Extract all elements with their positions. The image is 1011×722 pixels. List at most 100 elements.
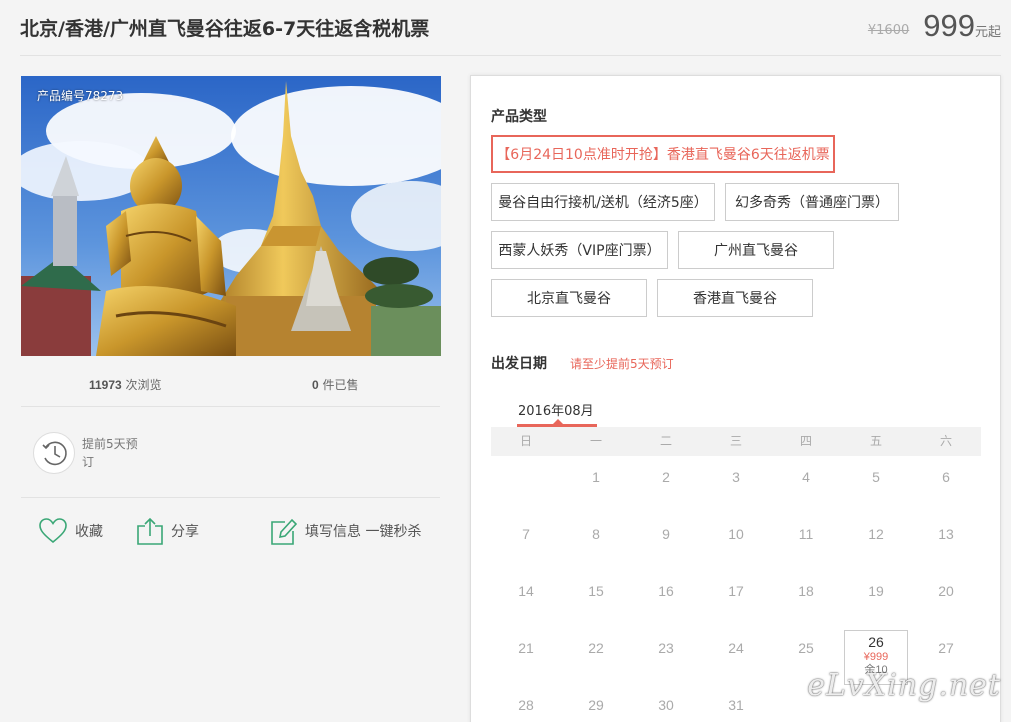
calendar-day: 9 bbox=[634, 516, 698, 571]
favorite-button[interactable]: 收藏 bbox=[39, 516, 103, 546]
calendar-day-number: 8 bbox=[592, 526, 600, 542]
advance-notice: 提前5天预订 bbox=[82, 437, 138, 469]
product-option[interactable]: 西蒙人妖秀（VIP座门票） bbox=[491, 231, 668, 269]
calendar-day: 21 bbox=[494, 630, 558, 685]
calendar-day-number: 14 bbox=[518, 583, 534, 599]
weekday-label: 四 bbox=[799, 434, 812, 448]
calendar-day-number: 5 bbox=[872, 469, 880, 485]
calendar-day-number: 29 bbox=[588, 697, 604, 713]
product-option[interactable]: 【6月24日10点准时开抢】香港直飞曼谷6天往返机票 bbox=[491, 135, 835, 173]
calendar-day: 5 bbox=[844, 459, 908, 514]
calendar-day-number: 7 bbox=[522, 526, 530, 542]
product-option-label: 北京直飞曼谷 bbox=[527, 291, 611, 307]
page-header: 北京/香港/广州直飞曼谷往返6-7天往返含税机票 ¥1600 999元起 bbox=[20, 0, 1001, 56]
calendar-day: 8 bbox=[564, 516, 628, 571]
edit-icon bbox=[271, 517, 297, 545]
price-box: ¥1600 999元起 bbox=[868, 8, 1001, 44]
product-option[interactable]: 曼谷自由行接机/送机（经济5座） bbox=[491, 183, 715, 221]
product-option[interactable]: 北京直飞曼谷 bbox=[491, 279, 647, 317]
calendar-day: 13 bbox=[914, 516, 978, 571]
site-watermark: eLvXing.net bbox=[807, 668, 1001, 703]
calendar-day-number: 1 bbox=[592, 469, 600, 485]
views-label: 次浏览 bbox=[125, 378, 162, 392]
calendar-day: 11 bbox=[774, 516, 838, 571]
calendar-day-number: 18 bbox=[798, 583, 814, 599]
calendar-day-number: 26 bbox=[868, 634, 884, 650]
product-option-label: 广州直飞曼谷 bbox=[714, 243, 798, 259]
share-icon bbox=[137, 517, 163, 545]
calendar-day-number: 31 bbox=[728, 697, 744, 713]
calendar-day-number: 25 bbox=[798, 640, 814, 656]
price-unit: 元起 bbox=[974, 25, 1001, 40]
product-type-title: 产品类型 bbox=[491, 109, 547, 125]
calendar-day: 1 bbox=[564, 459, 628, 514]
calendar-day: 16 bbox=[634, 573, 698, 628]
calendar-day: 19 bbox=[844, 573, 908, 628]
share-button[interactable]: 分享 bbox=[137, 516, 199, 546]
product-photo: 产品编号78273 bbox=[21, 76, 441, 356]
calendar-day: 17 bbox=[704, 573, 768, 628]
calendar-day: 14 bbox=[494, 573, 558, 628]
calendar-day-number: 24 bbox=[728, 640, 744, 656]
product-option-label: 幻多奇秀（普通座门票） bbox=[735, 195, 889, 211]
calendar-day: 2 bbox=[634, 459, 698, 514]
product-option[interactable]: 幻多奇秀（普通座门票） bbox=[725, 183, 899, 221]
calendar-day: 6 bbox=[914, 459, 978, 514]
product-summary: 产品编号78273 11973 次浏览 0 件已售 提前5天预订 收藏 分享 填… bbox=[21, 76, 441, 545]
calendar-day-number: 23 bbox=[658, 640, 674, 656]
current-price: 999 bbox=[923, 8, 975, 43]
booking-hint: 请至少提前5天预订 bbox=[570, 357, 674, 371]
calendar-day: 15 bbox=[564, 573, 628, 628]
calendar-day: 29 bbox=[564, 687, 628, 722]
calendar-day-number: 15 bbox=[588, 583, 604, 599]
page-title: 北京/香港/广州直飞曼谷往返6-7天往返含税机票 bbox=[20, 18, 430, 40]
product-option-label: 曼谷自由行接机/送机（经济5座） bbox=[498, 195, 708, 211]
calendar-day-number: 30 bbox=[658, 697, 674, 713]
product-option-label: 【6月24日10点准时开抢】香港直飞曼谷6天往返机票 bbox=[496, 147, 830, 163]
calendar-day-number: 19 bbox=[868, 583, 884, 599]
calendar-day-number: 10 bbox=[728, 526, 744, 542]
calendar-day-number: 22 bbox=[588, 640, 604, 656]
heart-icon bbox=[39, 518, 67, 544]
share-label: 分享 bbox=[171, 524, 199, 540]
calendar-day: 18 bbox=[774, 573, 838, 628]
calendar-day: 30 bbox=[634, 687, 698, 722]
weekday-label: 三 bbox=[729, 434, 742, 448]
calendar-day-number: 4 bbox=[802, 469, 810, 485]
original-price: ¥1600 bbox=[867, 23, 910, 38]
departure-title: 出发日期 bbox=[491, 356, 547, 372]
divider bbox=[21, 497, 440, 498]
weekday-label: 六 bbox=[939, 434, 952, 448]
calendar-day-number: 13 bbox=[938, 526, 954, 542]
fill-info-button[interactable]: 填写信息 一键秒杀 bbox=[271, 516, 421, 546]
divider bbox=[21, 406, 440, 407]
month-tab[interactable]: 2016年08月 bbox=[518, 400, 594, 419]
calendar-day: 4 bbox=[774, 459, 838, 514]
calendar-day-number: 2 bbox=[662, 469, 670, 485]
weekday-label: 五 bbox=[869, 434, 882, 448]
calendar-day-price: ¥999 bbox=[863, 651, 889, 663]
calendar-day-number: 11 bbox=[798, 526, 814, 542]
calendar-day-number: 21 bbox=[518, 640, 534, 656]
weekday-label: 二 bbox=[659, 434, 672, 448]
fill-info-label: 填写信息 一键秒杀 bbox=[305, 524, 422, 540]
calendar-day-number: 12 bbox=[868, 526, 884, 542]
product-number: 产品编号78273 bbox=[37, 89, 124, 103]
calendar-day: 22 bbox=[564, 630, 628, 685]
views-stat: 11973 次浏览 bbox=[89, 376, 162, 393]
calendar-day: 12 bbox=[844, 516, 908, 571]
product-option[interactable]: 香港直飞曼谷 bbox=[657, 279, 813, 317]
product-option[interactable]: 广州直飞曼谷 bbox=[678, 231, 834, 269]
favorite-label: 收藏 bbox=[75, 524, 103, 540]
calendar-day-number: 17 bbox=[728, 583, 744, 599]
sold-stat: 0 件已售 bbox=[312, 376, 359, 393]
views-count: 11973 bbox=[89, 378, 122, 392]
calendar-day: 7 bbox=[494, 516, 558, 571]
clock-icon bbox=[33, 432, 75, 474]
product-option-label: 西蒙人妖秀（VIP座门票） bbox=[498, 243, 661, 259]
calendar-day-number: 20 bbox=[938, 583, 954, 599]
calendar-day: 24 bbox=[704, 630, 768, 685]
sold-label: 件已售 bbox=[322, 378, 359, 392]
weekday-label: 日 bbox=[519, 434, 532, 448]
calendar-day: 10 bbox=[704, 516, 768, 571]
